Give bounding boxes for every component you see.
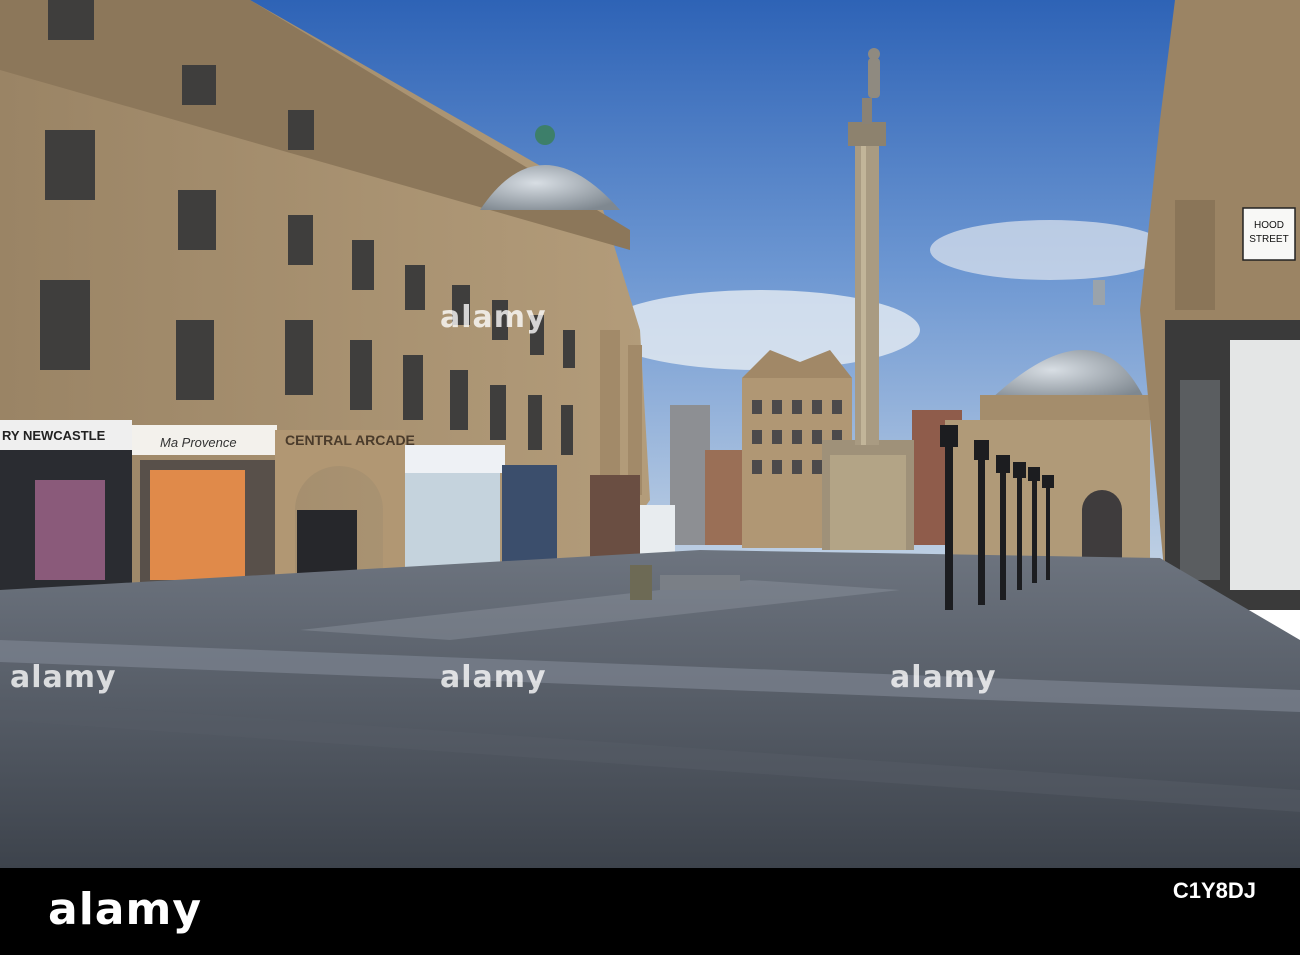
sign-line-1: HOOD: [1254, 220, 1284, 231]
watermark: alamy: [890, 660, 997, 695]
image-code: C1Y8DJ: [1172, 878, 1256, 903]
right-building: [1140, 0, 1300, 610]
bench: [660, 575, 740, 590]
page: HOOD STREET RY NEWCASTLE Ma Provence CEN…: [0, 0, 1300, 955]
street-sign: HOOD STREET: [1242, 207, 1296, 261]
watermark: alamy: [440, 660, 547, 695]
background-building: [705, 450, 745, 545]
shop-sign-provence: Ma Provence: [160, 435, 237, 450]
shop-sign-newcastle: RY NEWCASTLE: [2, 428, 106, 443]
street-photo: HOOD STREET RY NEWCASTLE Ma Provence CEN…: [0, 0, 1300, 868]
sign-line-2: STREET: [1249, 234, 1288, 245]
footer-bar: alamy C1Y8DJ: [0, 868, 1300, 955]
brand-logo[interactable]: alamy: [48, 884, 202, 935]
bin: [630, 565, 652, 600]
shop-sign-arcade: CENTRAL ARCADE: [285, 432, 415, 448]
cloud: [930, 220, 1170, 280]
watermark: alamy: [10, 660, 117, 695]
watermark: alamy: [440, 300, 547, 335]
background-building: [670, 405, 710, 545]
